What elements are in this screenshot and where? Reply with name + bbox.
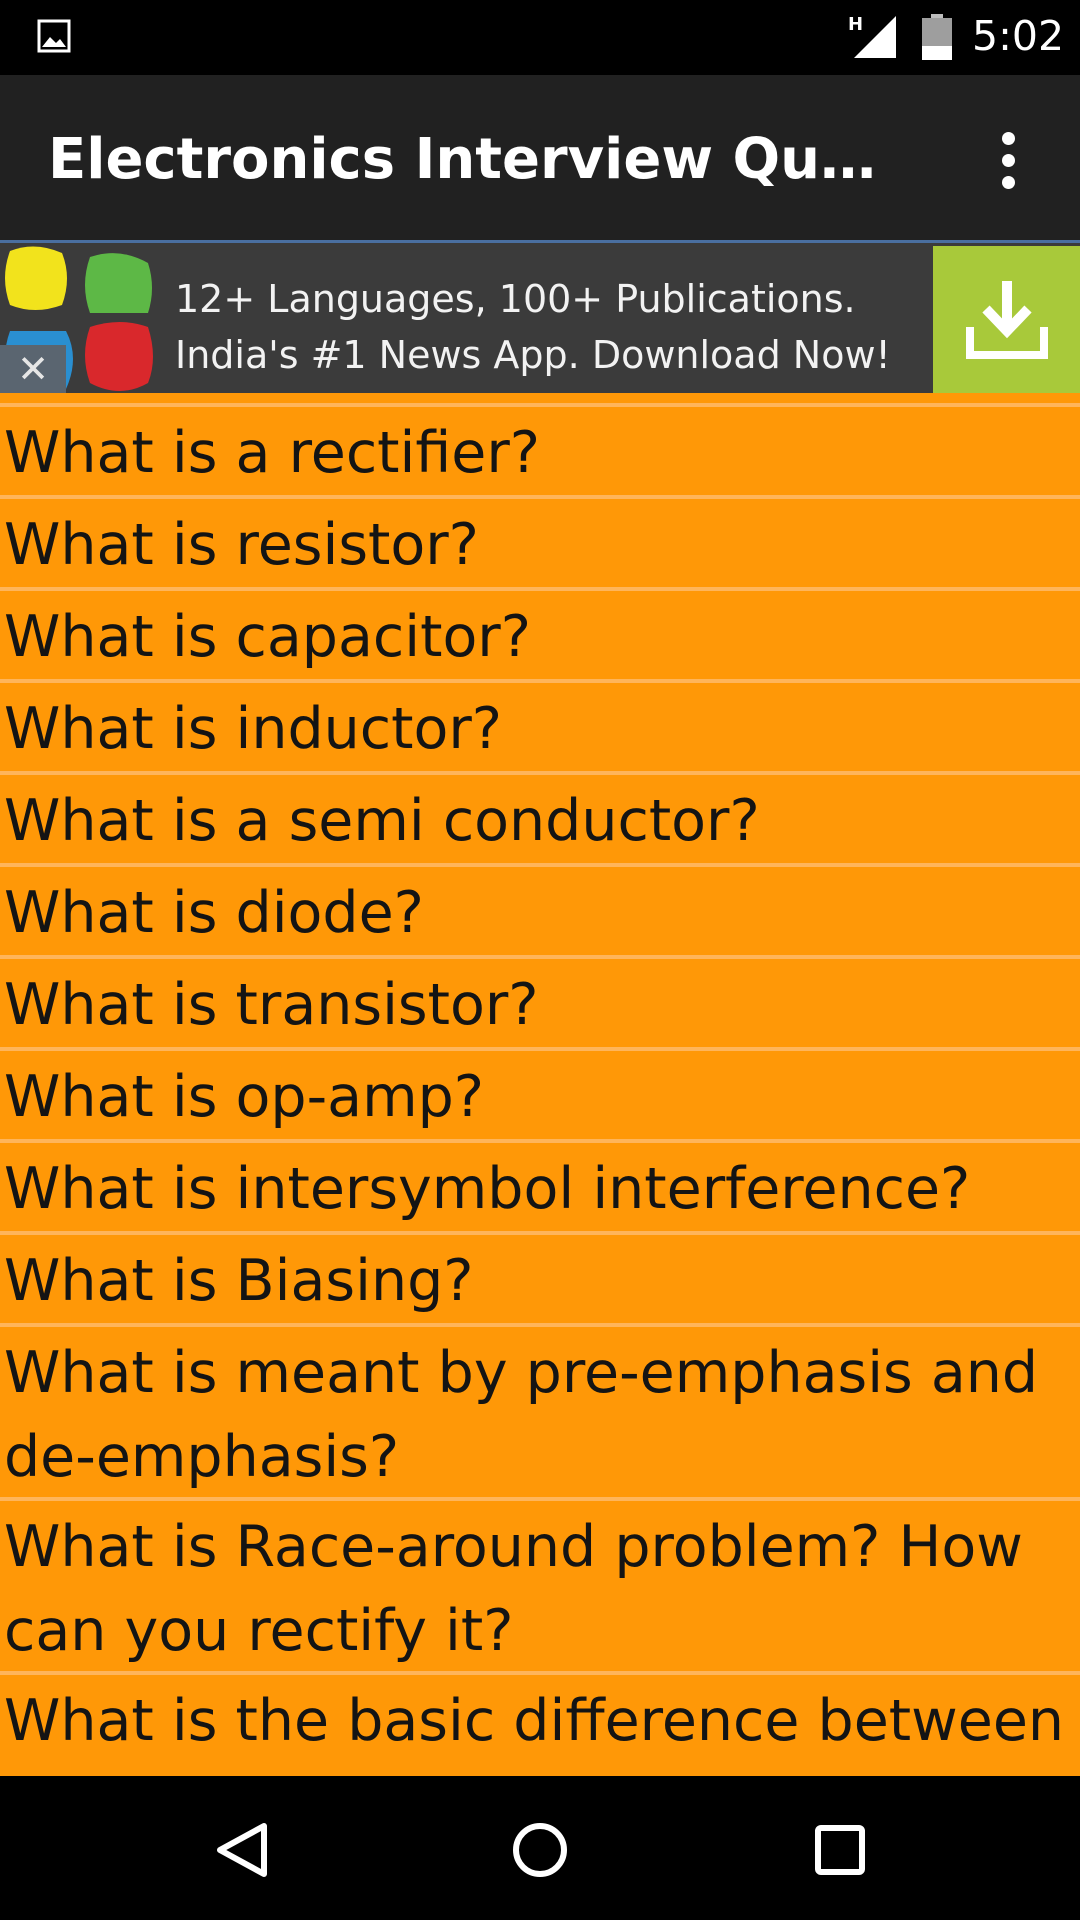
list-item[interactable]: What is diode?: [0, 867, 1080, 955]
navigation-bar: [0, 1776, 1080, 1920]
ad-banner[interactable]: ✕ 12+ Languages, 100+ Publications. Indi…: [0, 243, 1080, 393]
list-item[interactable]: What is Biasing?: [0, 1235, 1080, 1323]
battery-icon: [922, 14, 952, 60]
app-bar: Electronics Interview Questions: [0, 75, 1080, 243]
overflow-menu-icon: [1001, 131, 1015, 145]
status-bar: H 5:02: [0, 0, 1080, 75]
list-item[interactable]: What is op-amp?: [0, 1051, 1080, 1139]
overflow-menu-button[interactable]: [985, 115, 1031, 205]
app-title: Electronics Interview Questions: [48, 127, 908, 192]
download-icon: [965, 280, 1048, 359]
home-icon[interactable]: [510, 1820, 570, 1880]
list-item[interactable]: What is inductor?: [0, 683, 1080, 771]
list-item[interactable]: What is the basic difference between: [0, 1675, 1080, 1776]
ad-text: 12+ Languages, 100+ Publications. India'…: [175, 277, 891, 377]
overflow-menu-icon-dot: [1001, 153, 1015, 167]
list-item[interactable]: What is a semi conductor?: [0, 775, 1080, 863]
status-time: 5:02: [972, 12, 1065, 60]
close-icon: ✕: [17, 347, 49, 391]
question-list[interactable]: What is a rectifier? What is resistor? W…: [0, 393, 1080, 1776]
list-item[interactable]: What is meant by pre-emphasis and de-emp…: [0, 1327, 1080, 1497]
image-notification-icon: [37, 19, 71, 53]
recents-icon[interactable]: [810, 1820, 870, 1880]
ad-download-button[interactable]: [933, 246, 1080, 393]
list-item-partial[interactable]: [0, 393, 1080, 403]
list-item[interactable]: What is resistor?: [0, 499, 1080, 587]
list-item[interactable]: What is intersymbol interference?: [0, 1143, 1080, 1231]
overflow-menu-icon-dot: [1001, 175, 1015, 189]
list-item[interactable]: What is capacitor?: [0, 591, 1080, 679]
ad-close-button[interactable]: ✕: [0, 345, 66, 393]
list-item[interactable]: What is a rectifier?: [0, 407, 1080, 495]
list-item[interactable]: What is Race-around problem? How can you…: [0, 1501, 1080, 1671]
back-icon[interactable]: [212, 1820, 272, 1880]
signal-icon: [854, 16, 896, 58]
list-item[interactable]: What is transistor?: [0, 959, 1080, 1047]
